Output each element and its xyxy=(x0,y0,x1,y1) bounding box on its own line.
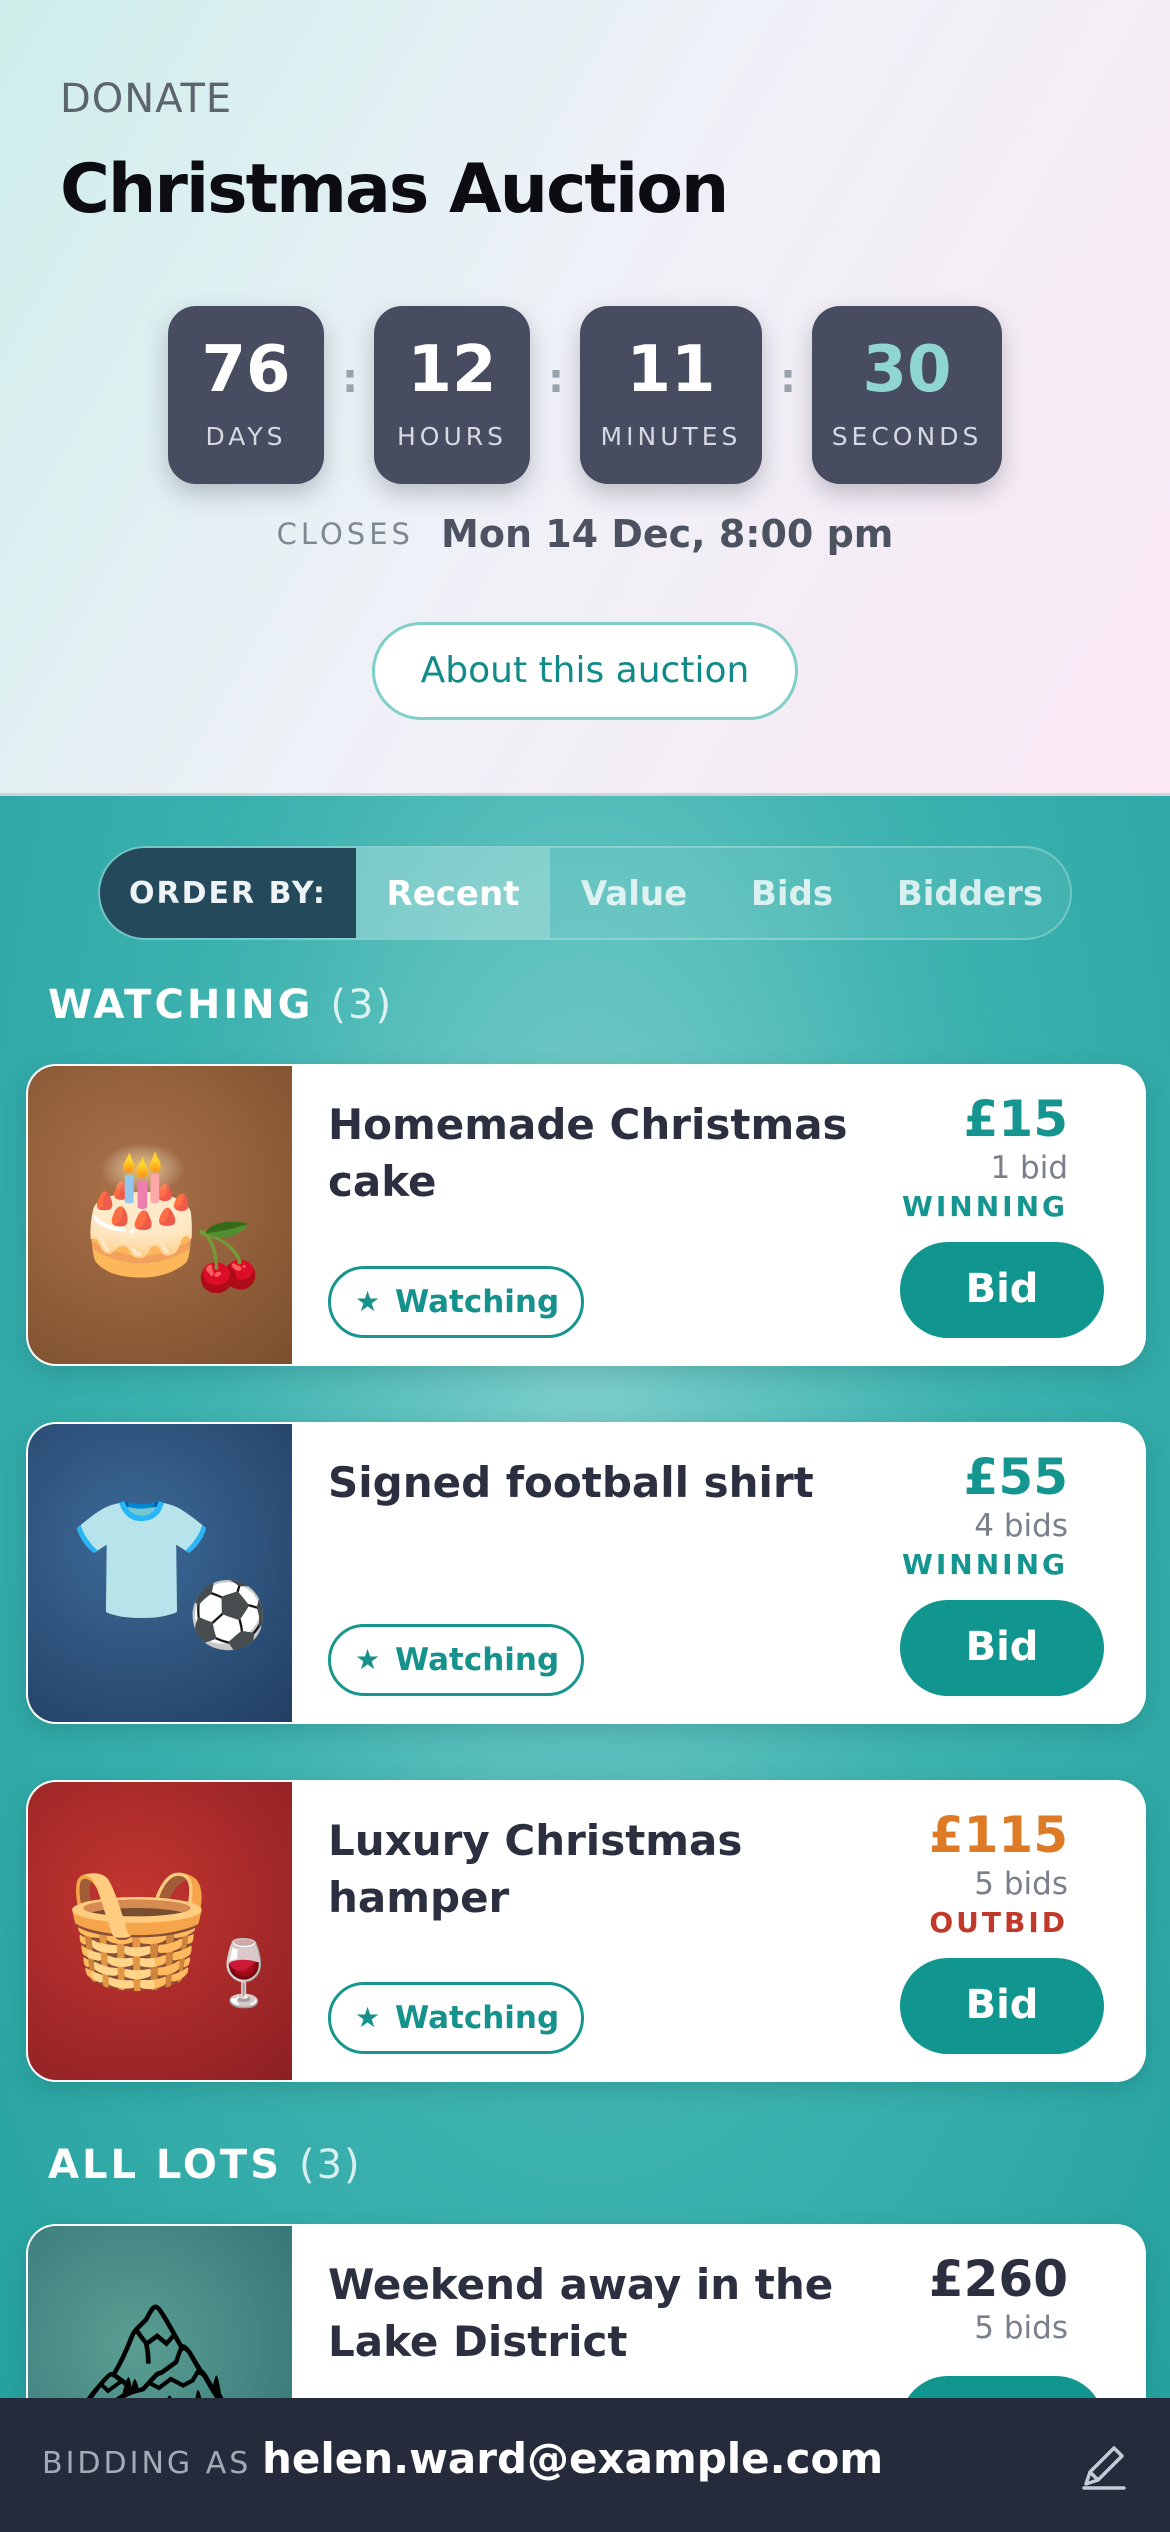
countdown-seconds: 30 SECONDS xyxy=(812,306,1002,484)
lot-bid-count: 5 bids xyxy=(974,2310,1068,2346)
closing-time: CLOSES Mon 14 Dec, 8:00 pm xyxy=(0,512,1170,556)
countdown-days: 76 DAYS xyxy=(168,306,324,484)
countdown-hours-unit: HOURS xyxy=(396,422,507,451)
lot-name[interactable]: Signed football shirt xyxy=(328,1454,848,1511)
all-lots-section-title: ALL LOTS (3) xyxy=(48,2142,362,2188)
countdown-separator: : xyxy=(342,356,358,402)
star-icon: ★ xyxy=(355,1285,381,1318)
watching-label: Watching xyxy=(395,2000,560,2036)
lot-status: WINNING xyxy=(901,1548,1068,1581)
bid-button[interactable]: Bid xyxy=(900,1958,1104,2054)
about-auction-button[interactable]: About this auction xyxy=(372,622,798,720)
cherries-icon: 🍒 xyxy=(188,1221,268,1295)
countdown-separator: : xyxy=(780,356,796,402)
lot-card[interactable]: 🎂 🍒 Homemade Christmas cake ★ Watching £… xyxy=(26,1064,1146,1366)
wine-glass-icon: 🍷 xyxy=(204,1937,284,2011)
lot-price: £55 xyxy=(963,1448,1068,1506)
lot-name[interactable]: Homemade Christmas cake xyxy=(328,1096,848,1210)
lot-status: OUTBID xyxy=(929,1906,1068,1939)
bidder-footer: BIDDING AS helen.ward@example.com xyxy=(0,2398,1170,2532)
watching-section-title: WATCHING (3) xyxy=(48,982,393,1028)
order-by-label: ORDER BY: xyxy=(100,848,356,938)
basket-icon: 🧺 xyxy=(64,1856,211,1994)
lot-name[interactable]: Luxury Christmas hamper xyxy=(328,1812,848,1926)
countdown-days-value: 76 xyxy=(201,333,291,407)
football-icon: ⚽ xyxy=(188,1579,268,1653)
lots-area: ORDER BY: Recent Value Bids Bidders WATC… xyxy=(0,796,1170,2532)
edit-pencil-icon[interactable] xyxy=(1076,2438,1132,2494)
watching-toggle[interactable]: ★ Watching xyxy=(328,1982,584,2054)
lot-name[interactable]: Weekend away in the Lake District xyxy=(328,2256,848,2370)
order-tab-recent[interactable]: Recent xyxy=(356,848,550,938)
countdown-hours-value: 12 xyxy=(407,333,497,407)
order-tab-bids[interactable]: Bids xyxy=(718,848,866,938)
countdown-days-unit: DAYS xyxy=(205,422,287,451)
countdown-minutes-unit: MINUTES xyxy=(600,422,742,451)
watching-title: WATCHING xyxy=(48,982,314,1028)
countdown-minutes: 11 MINUTES xyxy=(580,306,762,484)
order-tab-bidders[interactable]: Bidders xyxy=(866,848,1070,938)
lot-status: WINNING xyxy=(901,1190,1068,1223)
star-icon: ★ xyxy=(355,1643,381,1676)
lot-bid-count: 5 bids xyxy=(974,1866,1068,1902)
order-tab-value[interactable]: Value xyxy=(550,848,718,938)
all-lots-count: (3) xyxy=(298,2142,362,2188)
bid-button[interactable]: Bid xyxy=(900,1600,1104,1696)
order-by-control: ORDER BY: Recent Value Bids Bidders xyxy=(98,846,1072,940)
watching-toggle[interactable]: ★ Watching xyxy=(328,1266,584,1338)
watching-label: Watching xyxy=(395,1642,560,1678)
watching-label: Watching xyxy=(395,1284,560,1320)
lot-bid-count: 1 bid xyxy=(990,1150,1068,1186)
watching-toggle[interactable]: ★ Watching xyxy=(328,1624,584,1696)
watching-count: (3) xyxy=(330,982,394,1028)
lot-thumbnail: 👕 ⚽ xyxy=(28,1424,292,1722)
star-icon: ★ xyxy=(355,2001,381,2034)
brand-label: DONATE xyxy=(60,76,233,122)
page-title: Christmas Auction xyxy=(60,150,729,229)
countdown-seconds-value: 30 xyxy=(862,333,952,407)
all-lots-title: ALL LOTS xyxy=(48,2142,283,2188)
closes-label: CLOSES xyxy=(276,517,414,551)
lot-thumbnail: 🧺 🍷 xyxy=(28,1782,292,2080)
auction-header: DONATE Christmas Auction 76 DAYS : 12 HO… xyxy=(0,0,1170,796)
countdown-separator: : xyxy=(548,356,564,402)
lot-card[interactable]: 👕 ⚽ Signed football shirt ★ Watching £55… xyxy=(26,1422,1146,1724)
bidding-as-label: BIDDING AS xyxy=(42,2446,252,2481)
lot-bid-count: 4 bids xyxy=(974,1508,1068,1544)
lot-price: £115 xyxy=(928,1806,1068,1864)
lot-thumbnail: 🎂 🍒 xyxy=(28,1066,292,1364)
lot-price: £260 xyxy=(928,2250,1068,2308)
bidder-email: helen.ward@example.com xyxy=(262,2434,884,2483)
closes-value: Mon 14 Dec, 8:00 pm xyxy=(441,512,894,556)
lot-price: £15 xyxy=(963,1090,1068,1148)
countdown-timer: 76 DAYS : 12 HOURS : 11 MINUTES : 30 SEC… xyxy=(0,306,1170,486)
bid-button[interactable]: Bid xyxy=(900,1242,1104,1338)
lot-card[interactable]: 🧺 🍷 Luxury Christmas hamper ★ Watching £… xyxy=(26,1780,1146,2082)
countdown-hours: 12 HOURS xyxy=(374,306,530,484)
countdown-seconds-unit: SECONDS xyxy=(831,422,983,451)
countdown-minutes-value: 11 xyxy=(626,333,716,407)
